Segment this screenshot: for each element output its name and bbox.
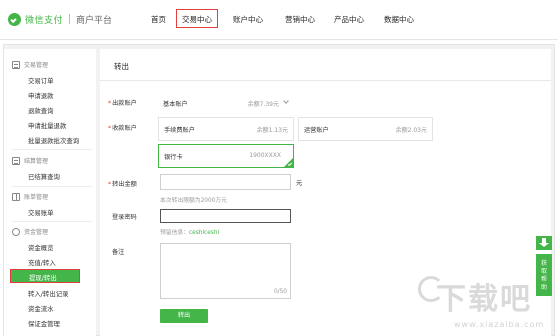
brand-divider [69, 14, 71, 24]
reserved-info-hint: 预留信息：ceshiceshi [160, 227, 219, 236]
sidebar-group-funds: 资金管理 [12, 227, 48, 236]
sidebar-divider [12, 149, 92, 150]
payout-account-value: 基本账户 [163, 101, 188, 108]
sidebar-group-trade: 交易管理 [12, 60, 48, 69]
payout-account-label-text: 出款账户 [112, 100, 137, 107]
account-name: 运营账户 [304, 127, 329, 134]
required-mark: * [108, 100, 112, 107]
amount-label-text: 转出金额 [112, 181, 137, 188]
sidebar-group-title: 账单管理 [24, 194, 49, 201]
sidebar-item-settled-query[interactable]: 已结算查询 [28, 172, 60, 181]
wechat-pay-logo-icon [8, 12, 21, 26]
note-label: 备注 [112, 249, 125, 256]
sidebar-group-settlement: 结算管理 [12, 156, 48, 165]
sidebar-item-apply-refund[interactable]: 申请退款 [28, 91, 54, 100]
title-divider [100, 80, 551, 81]
sidebar-item-recharge[interactable]: 充值/转入 [28, 258, 56, 267]
brand-platform: 商户平台 [76, 15, 113, 26]
amount-limit-hint: 本次转出限额为2000万元 [160, 198, 227, 204]
download-button[interactable] [536, 236, 552, 250]
payout-account-select[interactable]: 基本账户 余额7.39元 [158, 94, 292, 108]
payout-account-balance: 余额7.39元 [248, 99, 279, 108]
sidebar-group-title: 资金管理 [24, 229, 49, 236]
nav-data-center[interactable]: 数据中心 [384, 14, 414, 25]
nav-trade-center[interactable]: 交易中心 [176, 9, 218, 28]
sidebar-item-batch-refund-query[interactable]: 批量退款批次查询 [28, 136, 79, 145]
top-bar: 微信支付 商户平台 首页 交易中心 账户中心 营销中心 产品中心 数据中心 [0, 0, 558, 40]
account-name: 银行卡 [164, 154, 183, 161]
sidebar-item-trade-bill[interactable]: 交易账单 [28, 208, 54, 217]
nav-product-center[interactable]: 产品中心 [334, 14, 364, 25]
watermark: 下载吧 www.xiazaiba.com [418, 270, 558, 336]
sidebar-group-bill: 账单管理 [12, 192, 48, 201]
required-mark: * [108, 181, 112, 188]
balance-value: 7.39元 [259, 101, 279, 108]
watermark-url: www.xiazaiba.com [454, 320, 545, 329]
help-text-char: 获 [540, 260, 547, 267]
sidebar-item-refund-query[interactable]: 退款查询 [28, 106, 54, 115]
sidebar-item-deposit-management[interactable]: 保证金管理 [28, 319, 60, 328]
note-char-counter: 0/50 [273, 289, 287, 295]
account-balance: 余额1.13元 [256, 127, 288, 134]
reserved-info-prefix: 预留信息： [160, 230, 189, 236]
password-label: 登录密码 [112, 214, 137, 221]
sidebar-item-batch-refund[interactable]: 申请批量退款 [28, 121, 66, 130]
nav-marketing-center[interactable]: 营销中心 [285, 14, 315, 25]
settlement-icon [12, 156, 20, 165]
amount-unit: 元 [296, 180, 303, 187]
transfer-out-button[interactable]: 转出 [160, 309, 208, 323]
required-mark: * [108, 125, 112, 132]
chevron-down-icon [283, 98, 289, 104]
watermark-text: 下载吧 [436, 282, 532, 317]
receive-account-label-text: 收款账户 [112, 125, 137, 132]
password-input[interactable] [160, 209, 291, 223]
sidebar-item-transfer-records[interactable]: 转入/转出记录 [28, 289, 69, 298]
sidebar-divider [12, 186, 92, 187]
brand-name: 微信支付 [25, 15, 64, 26]
account-balance: 余额2.03元 [395, 127, 427, 134]
receive-option-operation-account[interactable]: 运营账户 余额2.03元 [298, 117, 433, 141]
payout-account-label: *出款账户 [108, 98, 137, 107]
sidebar-group-title: 交易管理 [24, 62, 49, 69]
logo[interactable]: 微信支付 商户平台 [8, 12, 112, 26]
nav-home[interactable]: 首页 [151, 14, 166, 25]
list-icon [12, 60, 20, 69]
sidebar-item-trade-orders[interactable]: 交易订单 [28, 76, 54, 85]
sidebar-item-withdraw[interactable]: 提现/转出 [10, 269, 80, 283]
amount-label: *转出金额 [108, 179, 137, 188]
sidebar-group-title: 结算管理 [24, 158, 49, 165]
account-name: 手续费账户 [164, 127, 195, 134]
funds-icon [12, 227, 20, 236]
sidebar-item-funds-flow[interactable]: 资金流水 [28, 304, 54, 313]
sidebar-item-funds-overview[interactable]: 资金概览 [28, 243, 54, 252]
sidebar-divider [12, 221, 92, 222]
receive-option-fee-account[interactable]: 手续费账户 余额1.13元 [158, 117, 294, 141]
receive-option-bank-card[interactable]: 银行卡 1900XXXX [158, 144, 294, 168]
reserved-info-value: ceshiceshi [189, 230, 220, 236]
page-title: 转出 [114, 62, 129, 71]
account-number: 1900XXXX [249, 152, 281, 159]
sidebar: 交易管理 交易订单 申请退款 退款查询 申请批量退款 批量退款批次查询 结算管理… [4, 49, 96, 336]
note-textarea[interactable]: 0/50 [160, 243, 291, 299]
amount-input[interactable] [160, 174, 291, 190]
bill-icon [12, 192, 20, 201]
nav-account-center[interactable]: 账户中心 [233, 14, 263, 25]
receive-account-label: *收款账户 [108, 123, 137, 132]
check-icon [287, 161, 293, 167]
balance-prefix: 余额 [247, 101, 260, 108]
download-icon [539, 238, 549, 247]
